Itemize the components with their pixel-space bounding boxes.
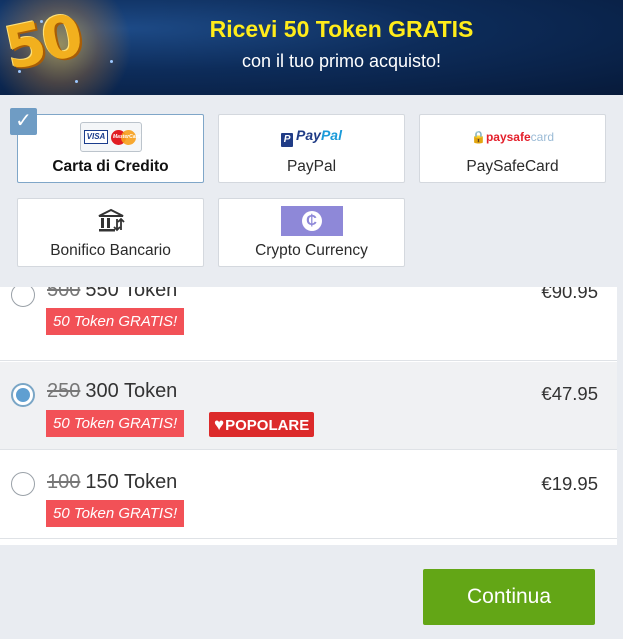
payment-label: PaySafeCard: [466, 158, 559, 175]
payment-label: Bonifico Bancario: [50, 242, 171, 259]
package-amount: 500 550 Token: [47, 287, 178, 301]
credit-card-icon: VISA MasterCard: [79, 122, 142, 152]
payment-label: Crypto Currency: [255, 242, 368, 259]
bonus-badge: 50 Token GRATIS!: [46, 500, 185, 527]
package-radio[interactable]: [11, 383, 35, 407]
payment-credit-card[interactable]: VISA MasterCard Carta di Credito: [17, 114, 204, 183]
banner-title: Ricevi 50 Token GRATIS: [209, 16, 474, 42]
payment-label: PayPal: [286, 158, 337, 175]
package-amount: 100 150 Token: [47, 471, 178, 493]
payment-bank-transfer[interactable]: Bonifico Bancario: [17, 198, 204, 267]
payment-paypal[interactable]: P PayPal PayPal: [218, 114, 405, 183]
continue-button[interactable]: Continua: [423, 569, 595, 625]
paysafecard-logo: 🔒paysafecard: [471, 130, 554, 144]
visa-logo: VISA: [84, 130, 108, 144]
package-row[interactable]: 250 300 Token €47.95 50 Token GRATIS! ♥PO…: [0, 362, 617, 450]
banner-subtitle: con il tuo primo acquisto!: [241, 51, 442, 71]
mastercard-logo: MasterCard: [111, 129, 141, 145]
package-row[interactable]: 100 150 Token €19.95 50 Token GRATIS!: [0, 451, 617, 539]
payment-label: Carta di Credito: [52, 158, 169, 175]
payment-paysafecard[interactable]: 🔒paysafecard PaySafeCard: [419, 114, 606, 183]
crypto-icon: ₵: [280, 206, 343, 236]
package-price: €47.95: [541, 383, 598, 404]
payment-crypto[interactable]: ₵ Crypto Currency: [218, 198, 405, 267]
promo-banner: 50 Ricevi 50 Token GRATIS con il tuo pri…: [0, 0, 623, 95]
selected-check-icon: ✓: [10, 108, 37, 135]
package-radio[interactable]: [11, 287, 35, 307]
package-price: €19.95: [541, 473, 598, 494]
bonus-badge: 50 Token GRATIS!: [46, 410, 185, 437]
package-amount: 250 300 Token: [47, 380, 178, 402]
popular-badge: ♥POPOLARE: [209, 412, 315, 437]
sparkle: [75, 80, 78, 83]
paypal-logo: P PayPal: [281, 127, 342, 147]
bonus-badge: 50 Token GRATIS!: [46, 308, 185, 335]
package-radio[interactable]: [11, 472, 35, 496]
token-package-list: 500 550 Token €90.95 50 Token GRATIS! 250…: [0, 287, 617, 545]
package-price: €90.95: [541, 287, 598, 302]
package-row[interactable]: 500 550 Token €90.95 50 Token GRATIS!: [0, 287, 617, 361]
bank-icon: [98, 208, 125, 232]
heart-icon: ♥: [214, 415, 225, 434]
